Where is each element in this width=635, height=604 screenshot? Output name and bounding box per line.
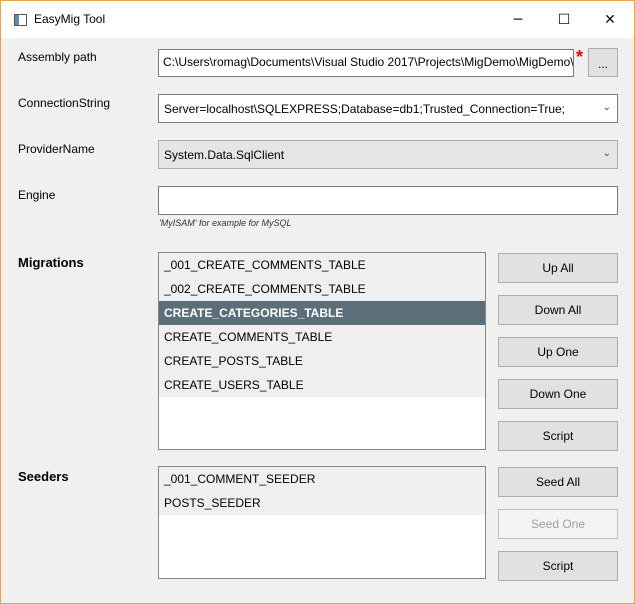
seeders-list[interactable]: _001_COMMENT_SEEDER POSTS_SEEDER bbox=[158, 466, 486, 579]
down-one-button[interactable]: Down One bbox=[498, 379, 618, 409]
chevron-down-icon[interactable]: ⌄ bbox=[603, 102, 611, 113]
list-item[interactable]: _002_CREATE_COMMENTS_TABLE bbox=[159, 277, 485, 301]
up-all-button[interactable]: Up All bbox=[498, 253, 618, 283]
seed-all-button[interactable]: Seed All bbox=[498, 467, 618, 497]
engine-label: Engine bbox=[18, 188, 56, 202]
connection-string-value: Server=localhost\SQLEXPRESS;Database=db1… bbox=[164, 102, 566, 116]
maximize-icon[interactable]: ☐ bbox=[541, 1, 587, 38]
seeders-script-button[interactable]: Script bbox=[498, 551, 618, 581]
list-item[interactable]: _001_COMMENT_SEEDER bbox=[159, 467, 485, 491]
connection-string-label: ConnectionString bbox=[18, 96, 111, 110]
provider-name-combo[interactable]: System.Data.SqlClient ⌄ bbox=[158, 140, 618, 169]
engine-hint: 'MyISAM' for example for MySQL bbox=[159, 218, 292, 228]
assembly-path-label: Assembly path bbox=[18, 50, 97, 64]
window-title: EasyMig Tool bbox=[34, 12, 106, 26]
migrations-label: Migrations bbox=[18, 255, 84, 270]
list-item[interactable]: _001_CREATE_COMMENTS_TABLE bbox=[159, 253, 485, 277]
list-item[interactable]: CREATE_USERS_TABLE bbox=[159, 373, 485, 397]
app-icon bbox=[14, 14, 27, 26]
chevron-down-icon[interactable]: ⌄ bbox=[603, 148, 611, 159]
close-icon[interactable]: ✕ bbox=[587, 1, 633, 38]
list-item[interactable]: POSTS_SEEDER bbox=[159, 491, 485, 515]
seeders-label: Seeders bbox=[18, 469, 69, 484]
engine-input[interactable] bbox=[158, 186, 618, 215]
title-bar: EasyMig Tool ─ ☐ ✕ bbox=[1, 1, 634, 38]
app-window: EasyMig Tool ─ ☐ ✕ Assembly path C:\User… bbox=[0, 0, 635, 604]
provider-name-value: System.Data.SqlClient bbox=[164, 148, 285, 162]
list-item[interactable]: CREATE_COMMENTS_TABLE bbox=[159, 325, 485, 349]
connection-string-combo[interactable]: Server=localhost\SQLEXPRESS;Database=db1… bbox=[158, 94, 618, 123]
down-all-button[interactable]: Down All bbox=[498, 295, 618, 325]
seed-one-button: Seed One bbox=[498, 509, 618, 539]
list-item-selected[interactable]: CREATE_CATEGORIES_TABLE bbox=[159, 301, 485, 325]
migrations-script-button[interactable]: Script bbox=[498, 421, 618, 451]
assembly-path-input[interactable]: C:\Users\romag\Documents\Visual Studio 2… bbox=[158, 49, 574, 77]
provider-name-label: ProviderName bbox=[18, 142, 95, 156]
required-marker: * bbox=[576, 47, 584, 67]
list-item[interactable]: CREATE_POSTS_TABLE bbox=[159, 349, 485, 373]
browse-button[interactable]: ... bbox=[588, 48, 618, 77]
up-one-button[interactable]: Up One bbox=[498, 337, 618, 367]
migrations-list[interactable]: _001_CREATE_COMMENTS_TABLE _002_CREATE_C… bbox=[158, 252, 486, 450]
minimize-icon[interactable]: ─ bbox=[495, 1, 541, 38]
